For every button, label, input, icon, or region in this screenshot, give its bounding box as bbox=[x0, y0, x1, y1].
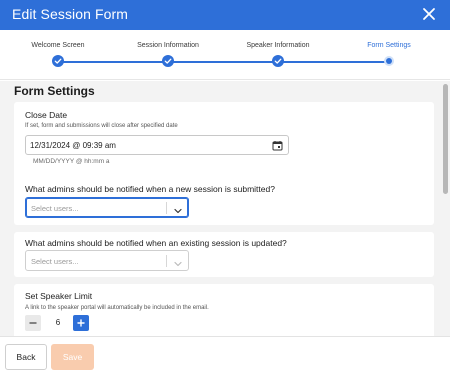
section-title: Form Settings bbox=[14, 84, 95, 98]
step-label: Form Settings bbox=[367, 42, 411, 49]
notify-update-card: What admins should be notified when an e… bbox=[14, 232, 434, 277]
speaker-limit-value[interactable]: 6 bbox=[51, 318, 65, 327]
decrement-button[interactable] bbox=[25, 315, 41, 331]
close-icon[interactable] bbox=[420, 5, 438, 23]
close-date-title: Close Date bbox=[25, 110, 68, 120]
step-label: Speaker Information bbox=[246, 42, 310, 49]
step-form-settings[interactable]: Form Settings bbox=[334, 42, 444, 66]
step-label: Welcome Screen bbox=[31, 42, 85, 49]
step-session-information[interactable]: Session Information bbox=[113, 42, 223, 67]
speaker-limit-subtitle: A link to the speaker portal will automa… bbox=[25, 305, 209, 311]
step-label: Session Information bbox=[137, 42, 199, 49]
check-icon bbox=[162, 55, 174, 67]
notify-update-title: What admins should be notified when an e… bbox=[25, 238, 287, 248]
back-button[interactable]: Back bbox=[5, 344, 47, 370]
select-separator bbox=[166, 202, 167, 214]
select-placeholder: Select users... bbox=[31, 257, 79, 266]
close-date-value: 12/31/2024 @ 09:39 am bbox=[30, 141, 116, 150]
increment-button[interactable] bbox=[73, 315, 89, 331]
step-welcome-screen[interactable]: Welcome Screen bbox=[3, 42, 113, 67]
check-icon bbox=[52, 55, 64, 67]
date-format-hint: MM/DD/YYYY @ hh:mm a bbox=[33, 158, 110, 165]
notify-update-select[interactable]: Select users... bbox=[25, 250, 189, 271]
speaker-limit-card: Set Speaker Limit A link to the speaker … bbox=[14, 284, 434, 336]
minus-icon bbox=[29, 322, 37, 324]
modal-footer: Back Save bbox=[0, 336, 450, 376]
notify-new-select[interactable]: Select users... bbox=[25, 197, 189, 218]
select-placeholder: Select users... bbox=[31, 204, 79, 213]
close-date-input[interactable]: 12/31/2024 @ 09:39 am bbox=[25, 135, 289, 155]
close-date-subtitle: If set, form and submissions will close … bbox=[25, 123, 178, 129]
stepper-line bbox=[58, 61, 389, 63]
scrollbar[interactable] bbox=[443, 84, 448, 194]
save-button[interactable]: Save bbox=[51, 344, 94, 370]
calendar-icon[interactable] bbox=[272, 140, 283, 151]
speaker-limit-title: Set Speaker Limit bbox=[25, 291, 93, 301]
step-speaker-information[interactable]: Speaker Information bbox=[223, 42, 333, 67]
chevron-down-icon[interactable] bbox=[173, 256, 183, 267]
modal-header: Edit Session Form bbox=[0, 0, 450, 30]
plus-icon bbox=[77, 319, 85, 327]
chevron-down-icon[interactable] bbox=[173, 203, 183, 214]
check-icon bbox=[272, 55, 284, 67]
select-separator bbox=[166, 255, 167, 267]
modal-title: Edit Session Form bbox=[12, 6, 129, 22]
notify-new-card: What admins should be notified when a ne… bbox=[14, 179, 434, 225]
notify-new-title: What admins should be notified when a ne… bbox=[25, 184, 275, 194]
close-date-card: Close Date If set, form and submissions … bbox=[14, 102, 434, 187]
form-content[interactable]: Form Settings Close Date If set, form an… bbox=[0, 81, 450, 336]
current-step-icon bbox=[384, 56, 394, 66]
progress-stepper: Welcome Screen Session Information Speak… bbox=[0, 30, 450, 80]
